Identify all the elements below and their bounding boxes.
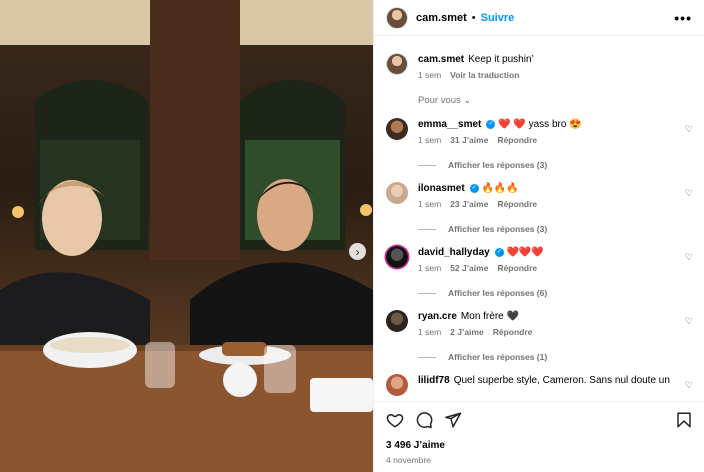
avatar[interactable] [386,118,408,140]
post-date: 4 novembre [386,455,431,465]
post-header: cam.smet • Suivre ••• [374,0,704,36]
like-comment-heart-icon[interactable]: ♡ [685,316,693,327]
comment-username[interactable]: ryan.cre [418,311,457,322]
view-replies-button[interactable]: Afficher les réponses (3) [418,160,693,170]
view-replies-button[interactable]: Afficher les réponses (3) [418,224,693,234]
avatar[interactable] [386,246,408,268]
post-actions-bar: 3 496 J’aime 4 novembre [374,401,704,472]
avatar[interactable] [386,182,408,204]
bookmark-icon[interactable] [675,411,693,429]
comment-item: ilonasmet ✓ 🔥🔥🔥 1 sem 23 J’aime Répondre … [386,182,693,234]
comment-username[interactable]: ilonasmet [418,183,465,194]
heart-icon[interactable] [386,411,404,429]
comment-text: ❤️ ❤️ yass bro 😍 [498,119,582,130]
comment-likes[interactable]: 2 J’aime [450,327,484,337]
comment-text: Quel superbe style, Cameron. Sans nul do… [453,375,670,386]
comment-username[interactable]: emma__smet [418,119,481,130]
like-comment-heart-icon[interactable]: ♡ [685,188,693,199]
caption-username[interactable]: cam.smet [418,54,464,65]
comment-time: 1 sem [418,199,442,209]
restaurant-scene [0,0,373,472]
avatar[interactable] [386,6,408,29]
follow-button[interactable]: Suivre [481,12,515,24]
comment-text: ❤️❤️❤️ [506,247,544,258]
more-options-icon[interactable]: ••• [674,10,692,26]
comment-sort-dropdown[interactable]: Pour vous ⌄ [418,95,693,106]
comment-text: Mon frère 🖤 [460,311,519,322]
comment-likes[interactable]: 23 J’aime [450,199,488,209]
comment-item: lilidf78 Quel superbe style, Cameron. San… [386,374,693,396]
comment-item: david_hallyday ✓ ❤️❤️❤️ 1 sem 52 J’aime R… [386,246,693,298]
like-comment-heart-icon[interactable]: ♡ [685,380,693,391]
avatar[interactable] [386,374,408,396]
like-comment-heart-icon[interactable]: ♡ [685,252,693,263]
post-author-username[interactable]: cam.smet [416,12,467,24]
comment-item: ryan.cre Mon frère 🖤 1 sem 2 J’aime Répon… [386,310,693,362]
avatar[interactable] [386,53,408,75]
comment-time: 1 sem [418,135,442,145]
comments-list[interactable]: cam.smet Keep it pushin’ 1 sem Voir la tr… [374,37,704,401]
comment-username[interactable]: lilidf78 [418,375,450,386]
view-replies-button[interactable]: Afficher les réponses (1) [418,352,693,362]
verified-badge-icon: ✓ [486,119,496,129]
comment-likes[interactable]: 52 J’aime [450,263,488,273]
comment-time: 1 sem [418,263,442,273]
comment-username[interactable]: david_hallyday [418,247,490,258]
caption-time: 1 sem [418,70,442,80]
translate-link[interactable]: Voir la traduction [450,70,519,80]
caption-text: Keep it pushin’ [468,54,534,65]
verified-badge-icon: ✓ [469,183,479,193]
verified-badge-icon: ✓ [494,247,504,257]
share-icon[interactable] [444,411,462,429]
reply-button[interactable]: Répondre [497,135,537,145]
reply-button[interactable]: Répondre [493,327,533,337]
comment-likes[interactable]: 31 J’aime [450,135,488,145]
reply-button[interactable]: Répondre [497,263,537,273]
like-comment-heart-icon[interactable]: ♡ [685,124,693,135]
comment-icon[interactable] [415,411,433,429]
post-photo: › [0,0,373,472]
reply-button[interactable]: Répondre [497,199,537,209]
comment-text: 🔥🔥🔥 [481,183,519,194]
avatar[interactable] [386,310,408,332]
next-image-button[interactable]: › [349,243,366,260]
post-like-count[interactable]: 3 496 J’aime [386,440,693,451]
post-caption: cam.smet Keep it pushin’ 1 sem Voir la tr… [386,53,693,80]
post-side-panel: cam.smet • Suivre ••• cam.smet Keep it pu… [373,0,704,472]
view-replies-button[interactable]: Afficher les réponses (6) [418,288,693,298]
separator-dot: • [471,11,476,24]
comment-time: 1 sem [418,327,442,337]
comment-item: emma__smet ✓ ❤️ ❤️ yass bro 😍 1 sem 31 J’… [386,118,693,170]
